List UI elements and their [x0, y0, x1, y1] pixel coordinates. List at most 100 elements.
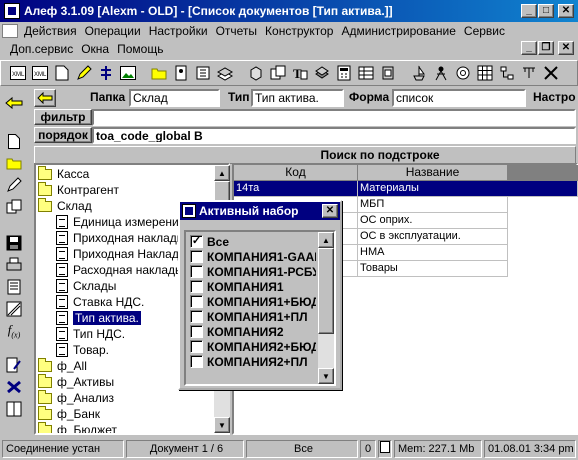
menu-operations[interactable]: Операции — [81, 24, 145, 38]
cube-icon[interactable] — [246, 63, 265, 82]
globe-icon[interactable] — [453, 63, 472, 82]
calc-icon[interactable] — [334, 63, 353, 82]
tree-icon[interactable] — [96, 63, 115, 82]
column-header-code[interactable]: Код — [234, 165, 358, 181]
tree-item[interactable]: ф_All — [38, 357, 87, 374]
scroll-up-icon[interactable]: ▲ — [214, 165, 230, 181]
checkbox[interactable] — [190, 340, 203, 353]
tree-item[interactable]: Тип НДС. — [56, 326, 125, 342]
close-button[interactable]: ✕ — [558, 4, 574, 18]
tree-item[interactable]: ф_Активы — [38, 373, 114, 390]
open-icon[interactable] — [3, 152, 25, 174]
tree-item[interactable]: Расходная наклады — [56, 262, 184, 278]
save-icon[interactable] — [3, 232, 25, 254]
table-icon[interactable] — [356, 63, 375, 82]
back-icon[interactable] — [3, 92, 25, 114]
folder-icon[interactable] — [149, 63, 168, 82]
tree-item[interactable]: Касса — [38, 165, 89, 182]
back-folder-button[interactable] — [34, 89, 56, 107]
layers-icon[interactable] — [312, 63, 331, 82]
child-close-button[interactable]: ✕ — [558, 41, 574, 55]
grid-icon[interactable] — [475, 63, 494, 82]
set-option[interactable]: КОМПАНИЯ1 — [190, 279, 284, 294]
filter-button[interactable]: фильтр — [34, 109, 92, 125]
popup-close-button[interactable]: ✕ — [322, 204, 338, 218]
table-row[interactable]: 14та Материалы — [234, 181, 578, 197]
popup-scrollbar[interactable]: ▲ ▼ — [318, 232, 334, 384]
layout-icon[interactable] — [3, 398, 25, 420]
tag-icon[interactable] — [171, 63, 190, 82]
menu-actions[interactable]: Действия — [20, 24, 81, 38]
menu-windows[interactable]: Окна — [77, 42, 113, 56]
tree-item[interactable]: Ставка НДС. — [56, 294, 144, 310]
checkbox[interactable] — [190, 295, 203, 308]
set-option[interactable]: КОМПАНИЯ2 — [190, 324, 284, 339]
ship-icon[interactable] — [409, 63, 428, 82]
preview-icon[interactable] — [3, 276, 25, 298]
set-option[interactable]: ✓ Все — [190, 234, 229, 249]
set-option[interactable]: КОМПАНИЯ1+БЮДЖ — [190, 294, 316, 309]
order-field[interactable]: toa_code_global B — [92, 127, 576, 144]
child-restore-button[interactable]: ❐ — [538, 41, 554, 55]
edit-icon[interactable] — [3, 174, 25, 196]
child-window-icon[interactable] — [2, 24, 18, 38]
type-field[interactable]: Тип актива. — [251, 89, 344, 107]
tree-item[interactable]: ф_Банк — [38, 405, 100, 422]
edit-icon[interactable] — [74, 63, 93, 82]
folder-field[interactable]: Склад — [129, 89, 220, 107]
checkbox[interactable] — [190, 280, 203, 293]
menu-administration[interactable]: Администрирование — [337, 24, 459, 38]
set-option[interactable]: КОМПАНИЯ2+ПЛ — [190, 354, 308, 369]
xml-icon[interactable]: XML — [30, 63, 49, 82]
delete-icon[interactable] — [3, 376, 25, 398]
tree-item[interactable]: Единица измерения — [56, 214, 185, 230]
new-icon[interactable] — [3, 130, 25, 152]
copy-icon[interactable] — [268, 63, 287, 82]
formula-icon[interactable]: f(x) — [3, 320, 25, 342]
text-icon[interactable]: T — [290, 63, 309, 82]
menu-settings[interactable]: Настройки — [145, 24, 212, 38]
print-icon[interactable] — [3, 254, 25, 276]
scroll-thumb[interactable] — [318, 248, 334, 334]
book-icon[interactable] — [193, 63, 212, 82]
tree-item[interactable]: Товар. — [56, 342, 109, 358]
menu-help[interactable]: Помощь — [113, 42, 167, 56]
checkbox[interactable] — [190, 325, 203, 338]
order-button[interactable]: порядок — [34, 127, 92, 143]
tree-item[interactable]: Склад — [38, 197, 92, 214]
checkbox[interactable] — [190, 265, 203, 278]
scroll-down-icon[interactable]: ▼ — [318, 368, 334, 384]
chart-icon[interactable] — [3, 298, 25, 320]
tree-item[interactable]: Тип актива. — [56, 310, 141, 326]
set-option[interactable]: КОМПАНИЯ2+БЮДЖ — [190, 339, 316, 354]
checkbox[interactable]: ✓ — [190, 235, 203, 248]
scroll-down-icon[interactable]: ▼ — [214, 417, 230, 433]
minimize-button[interactable]: _ — [521, 4, 537, 18]
filter-field[interactable] — [92, 109, 576, 126]
menu-service[interactable]: Сервис — [460, 24, 509, 38]
checkbox[interactable] — [190, 355, 203, 368]
org-icon[interactable] — [378, 63, 397, 82]
tree2-icon[interactable] — [497, 63, 516, 82]
page-icon[interactable] — [52, 63, 71, 82]
tree-item[interactable]: Приходная накладн — [56, 230, 183, 246]
menu-reports[interactable]: Отчеты — [212, 24, 261, 38]
checkbox[interactable] — [190, 310, 203, 323]
copy-icon[interactable] — [3, 196, 25, 218]
tree-item[interactable]: Контрагент — [38, 181, 119, 198]
tree-item[interactable]: ф_Анализ — [38, 389, 114, 406]
set-option[interactable]: КОМПАНИЯ1-GAAP — [190, 249, 316, 264]
image-icon[interactable] — [118, 63, 137, 82]
person-icon[interactable] — [431, 63, 450, 82]
xml-icon[interactable]: XML — [8, 63, 27, 82]
fork-icon[interactable] — [519, 63, 538, 82]
cross-icon[interactable] — [541, 63, 560, 82]
set-option[interactable]: КОМПАНИЯ1+ПЛ — [190, 309, 308, 324]
maximize-button[interactable]: □ — [538, 4, 554, 18]
menu-extra-service[interactable]: Доп.сервис — [6, 42, 77, 56]
column-header-name[interactable]: Название — [358, 165, 508, 181]
child-minimize-button[interactable]: _ — [521, 41, 537, 55]
stack-icon[interactable] — [215, 63, 234, 82]
checkbox[interactable] — [190, 250, 203, 263]
scroll-up-icon[interactable]: ▲ — [318, 232, 334, 248]
